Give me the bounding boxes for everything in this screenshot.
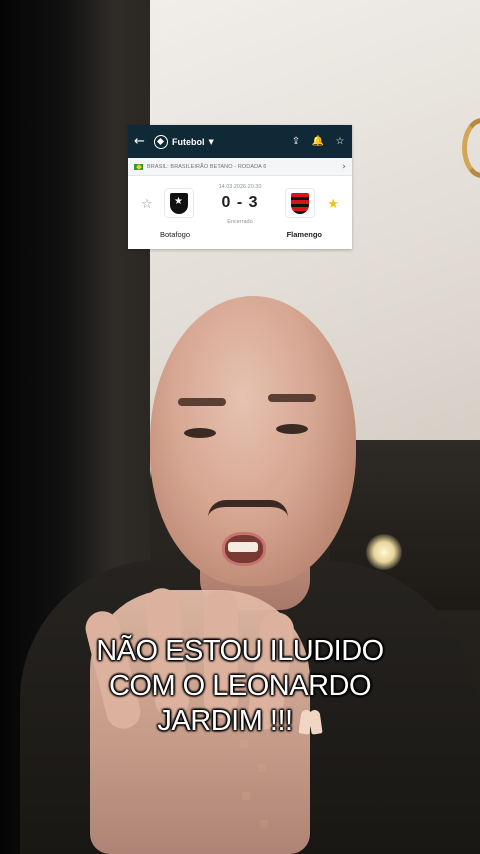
brazil-flag-icon <box>134 163 143 170</box>
home-team-name[interactable]: Botafogo <box>160 230 190 239</box>
video-caption: NÃO ESTOU ILUDIDO COM O LEONARDO JARDIM … <box>40 634 440 739</box>
chevron-right-icon[interactable]: › <box>342 162 346 172</box>
away-team-crest[interactable] <box>285 188 315 218</box>
share-icon[interactable]: ⇪ <box>290 136 302 148</box>
match-status: Encerrado <box>227 219 253 225</box>
match-scorecard: ← Futebol ▼ ⇪ 🔔 ☆ BRASIL: BRASILEIRÃO BE… <box>128 125 352 249</box>
person-teeth <box>228 542 258 552</box>
dropdown-caret-icon[interactable]: ▼ <box>209 138 214 146</box>
back-arrow-icon[interactable]: ← <box>134 134 152 149</box>
scorecard-header: ← Futebol ▼ ⇪ 🔔 ☆ <box>128 125 352 158</box>
person-right-eye <box>276 424 308 434</box>
person-left-eye <box>184 428 216 438</box>
league-label: BRASIL: BRASILEIRÃO BETANO - RODADA 6 <box>147 163 267 170</box>
match-score: 0 - 3 <box>221 194 259 211</box>
person-left-brow <box>178 398 226 406</box>
caption-line-2: COM O LEONARDO <box>108 670 372 702</box>
match-summary: ☆ Botafogo 14.03.2026 20:30 0 - 3 Encerr… <box>128 176 352 249</box>
football-icon <box>154 134 168 149</box>
caption-line-3: JARDIM !!! <box>157 705 293 737</box>
person-mustache <box>208 500 288 522</box>
person-right-brow <box>268 394 316 402</box>
away-favorite-star-icon[interactable]: ★ <box>327 197 339 212</box>
notification-bell-icon[interactable]: 🔔 <box>312 136 324 148</box>
league-row[interactable]: BRASIL: BRASILEIRÃO BETANO - RODADA 6 › <box>128 158 352 176</box>
caption-line-3-wrap: JARDIM !!! <box>40 704 440 739</box>
flamengo-crest-icon <box>291 192 309 214</box>
away-team-name[interactable]: Flamengo <box>287 230 322 239</box>
favorite-star-icon[interactable]: ☆ <box>334 136 346 148</box>
header-actions: ⇪ 🔔 ☆ <box>290 136 346 148</box>
match-date: 14.03.2026 20:30 <box>218 184 262 190</box>
sport-label[interactable]: Futebol <box>172 137 205 147</box>
background-lamp <box>366 534 402 570</box>
caption-line-1: NÃO ESTOU ILUDIDO <box>96 635 384 667</box>
praying-hands-icon <box>299 708 323 734</box>
